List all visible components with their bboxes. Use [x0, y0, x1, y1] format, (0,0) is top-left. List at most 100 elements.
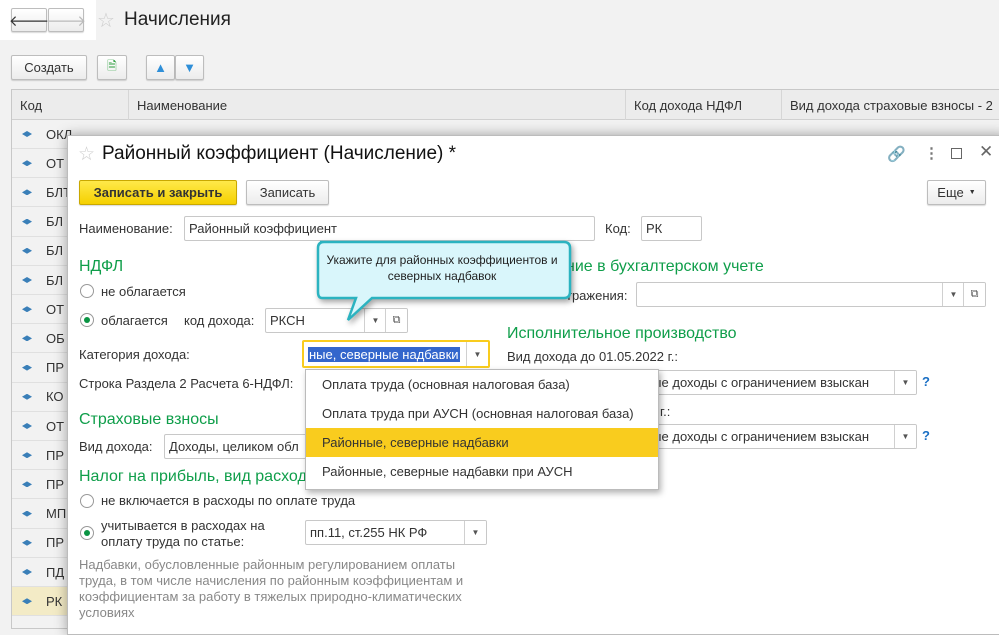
income-category-value: ные, северные надбавки: [308, 346, 460, 362]
row-code: ПД: [46, 564, 65, 580]
not-taxed-radio[interactable]: [80, 284, 94, 298]
not-included-radio[interactable]: [80, 494, 94, 508]
dropdown-option[interactable]: Оплата труда при АУСН (основная налогова…: [306, 399, 658, 428]
add-copy-button[interactable]: 🗎: [97, 55, 127, 80]
create-button[interactable]: Создать: [11, 55, 87, 80]
taxed-radio[interactable]: [80, 313, 94, 327]
income-category-label: Категория дохода:: [79, 347, 190, 362]
item-icon: [22, 452, 32, 459]
more-label: Еще: [937, 185, 964, 200]
row-code: ПР: [46, 535, 65, 551]
item-icon: [22, 335, 32, 342]
open-icon[interactable]: ⧉: [963, 283, 985, 306]
accounting-select[interactable]: ▼ ⧉: [636, 282, 986, 307]
column-header-name[interactable]: Наименование: [129, 90, 626, 120]
item-icon: [22, 539, 32, 546]
item-icon: [22, 364, 32, 371]
article-select[interactable]: пп.11, ст.255 НК РФ ▼: [305, 520, 487, 545]
move-down-button[interactable]: ▼: [175, 55, 204, 80]
dialog-favorite-star-icon[interactable]: ☆: [78, 143, 95, 166]
link-icon[interactable]: 🔗: [887, 145, 906, 163]
income-category-dropdown: Оплата труда (основная налоговая база) Оп…: [305, 369, 659, 490]
row-code: ОБ: [46, 330, 65, 346]
included-label: учитывается в расходах на оплату труда п…: [101, 518, 265, 549]
item-icon: [22, 510, 32, 517]
column-header-insurance-type[interactable]: Вид дохода страховые взносы - 2: [782, 90, 999, 120]
item-icon: [22, 131, 32, 137]
dialog-title: Районный коэффициент (Начисление) *: [102, 143, 457, 164]
help-icon[interactable]: ?: [922, 374, 930, 389]
ndfl-heading: НДФЛ: [79, 258, 124, 275]
arrow-right-icon: 🡒: [45, 12, 87, 30]
article-value: пп.11, ст.255 НК РФ: [310, 525, 428, 540]
row-code: ПР: [46, 476, 65, 492]
chevron-down-icon[interactable]: ▼: [894, 371, 916, 394]
item-icon: [22, 218, 32, 225]
row-code: МП: [46, 506, 67, 522]
back-button[interactable]: 🡐: [9, 8, 49, 32]
document-add-icon: 🗎: [107, 59, 117, 73]
save-button[interactable]: Записать: [246, 180, 329, 205]
item-icon: [22, 306, 32, 313]
taxed-label: облагается: [101, 313, 168, 328]
accounting-heading: ние в бухгалтерском учете: [566, 258, 764, 275]
dropdown-option[interactable]: Районные, северные надбавки при АУСН: [306, 457, 658, 486]
row-code: ОТ: [46, 155, 65, 171]
insurance-income-type-label: Вид дохода:: [79, 439, 153, 454]
column-header-code[interactable]: Код: [12, 90, 129, 120]
move-up-button[interactable]: ▲: [146, 55, 175, 80]
row-code: ОТ: [46, 418, 65, 434]
item-icon: [22, 160, 32, 167]
line-6ndfl-label: Строка Раздела 2 Расчета 6-НДФЛ:: [79, 376, 294, 391]
arrow-up-icon: ▲: [154, 60, 167, 75]
row-code: БЛ: [46, 272, 64, 288]
insurance-heading: Страховые взносы: [79, 411, 219, 428]
more-button[interactable]: Еще ▼: [927, 180, 986, 205]
dropdown-option[interactable]: Оплата труда (основная налоговая база): [306, 370, 658, 399]
chevron-down-icon: ▼: [968, 189, 976, 196]
item-icon: [22, 393, 32, 400]
maximize-icon[interactable]: [951, 148, 962, 159]
forward-button[interactable]: 🡒: [45, 8, 87, 32]
chevron-down-icon[interactable]: ▼: [466, 342, 488, 366]
income-category-select[interactable]: ные, северные надбавки ▼: [302, 340, 490, 368]
close-icon[interactable]: ✕: [979, 142, 993, 162]
row-code: КО: [46, 389, 64, 405]
chevron-down-icon[interactable]: ▼: [894, 425, 916, 448]
item-icon: [22, 481, 32, 488]
profit-note: Надбавки, обусловленные районным регулир…: [79, 557, 464, 620]
enforcement-before-select[interactable]: ные доходы с ограничением взыскан ▼: [640, 370, 917, 395]
chevron-down-icon[interactable]: ▼: [464, 521, 486, 544]
arrow-down-icon: ▼: [183, 60, 196, 75]
name-label: Наименование:: [79, 221, 173, 236]
row-code: ОТ: [46, 301, 65, 317]
row-code: БЛ: [46, 243, 64, 259]
dropdown-option[interactable]: Районные, северные надбавки: [306, 428, 658, 457]
income-code-value: РКСН: [270, 313, 305, 328]
help-icon[interactable]: ?: [922, 428, 930, 443]
included-radio[interactable]: [80, 526, 94, 540]
not-taxed-label: не облагается: [101, 284, 186, 299]
code-label: Код:: [605, 221, 631, 236]
row-code: РК: [46, 593, 63, 609]
insurance-income-type-select[interactable]: Доходы, целиком обл: [164, 434, 314, 459]
column-header-ndfl-code[interactable]: Код дохода НДФЛ: [626, 90, 782, 120]
save-and-close-button[interactable]: Записать и закрыть: [79, 180, 237, 205]
enforcement-after-value: ные доходы с ограничением взыскан: [645, 429, 870, 444]
item-icon: [22, 423, 32, 429]
enforcement-after-select[interactable]: ные доходы с ограничением взыскан ▼: [640, 424, 917, 449]
row-code: ПР: [46, 360, 65, 376]
enforcement-after-label: г.:: [660, 404, 671, 419]
chevron-down-icon[interactable]: ▼: [942, 283, 964, 306]
favorite-star-icon[interactable]: ☆: [97, 8, 115, 33]
row-code: БЛ: [46, 214, 64, 230]
enforcement-before-label: Вид дохода до 01.05.2022 г.:: [507, 349, 679, 364]
not-included-label: не включается в расходы по оплате труда: [101, 493, 356, 508]
more-actions-icon[interactable]: ⋮: [924, 144, 939, 162]
profit-tax-heading: Налог на прибыль, вид расход: [79, 468, 307, 485]
item-icon: [22, 598, 32, 605]
item-icon: [22, 277, 32, 283]
item-icon: [22, 247, 32, 254]
code-input[interactable]: РК: [641, 216, 702, 241]
tooltip-text: Укажите для районных коэффициентов и сев…: [326, 253, 558, 283]
